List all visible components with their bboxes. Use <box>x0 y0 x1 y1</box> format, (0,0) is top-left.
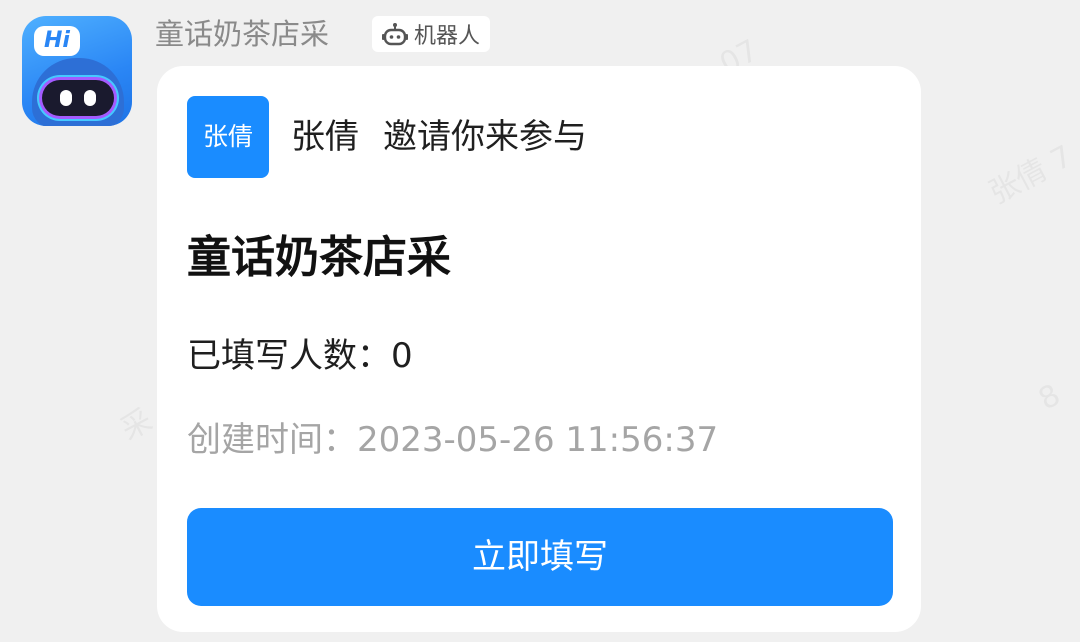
bot-avatar[interactable]: Hi <box>22 16 132 126</box>
robot-head-icon <box>32 58 124 126</box>
inviter-avatar[interactable]: 张倩 <box>187 96 269 178</box>
survey-title: 童话奶茶店采 <box>187 232 451 283</box>
sender-name: 童话奶茶店采 <box>155 17 330 51</box>
survey-card: 张倩 张倩 邀请你来参与 童话奶茶店采 已填写人数：0 创建时间：2023-05-… <box>157 66 921 632</box>
watermark: 张倩 7 <box>980 132 1079 212</box>
fill-now-button[interactable]: 立即填写 <box>187 508 893 606</box>
filled-count-label: 已填写人数： <box>187 336 391 376</box>
bot-tag: 机器人 <box>372 16 491 52</box>
filled-count-value: 0 <box>391 336 413 376</box>
robot-icon <box>382 22 408 46</box>
watermark: 采 <box>111 396 158 449</box>
filled-count: 已填写人数：0 <box>187 332 413 380</box>
bot-tag-label: 机器人 <box>414 24 481 49</box>
invite-action: 邀请你来参与 <box>383 117 587 157</box>
hi-badge: Hi <box>34 26 80 56</box>
created-time-value: 2023-05-26 11:56:37 <box>357 420 719 460</box>
inviter-name[interactable]: 张倩 <box>291 117 359 157</box>
created-time-label: 创建时间： <box>187 420 357 460</box>
created-time: 创建时间：2023-05-26 11:56:37 <box>187 416 718 464</box>
chat-view: 07 张倩 7 采 8 Hi 童话奶茶店采 机器人 <box>0 0 1080 642</box>
invite-line: 张倩 邀请你来参与 <box>291 114 587 160</box>
watermark: 8 <box>1033 378 1066 418</box>
